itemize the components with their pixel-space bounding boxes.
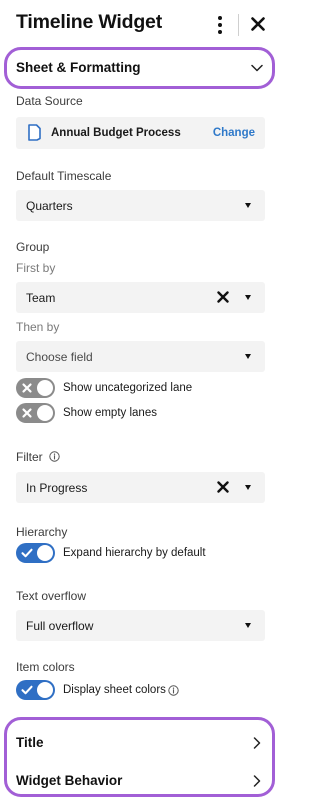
chevron-right-icon[interactable] (250, 774, 264, 788)
then-by-select[interactable]: Choose field (16, 341, 265, 372)
then-by-placeholder: Choose field (26, 350, 93, 364)
chevron-right-icon[interactable] (250, 736, 264, 750)
toggle-knob (37, 405, 53, 421)
header-divider (238, 14, 239, 36)
dropdown-caret-icon (245, 295, 251, 300)
x-icon (22, 408, 32, 418)
clear-icon[interactable] (217, 481, 229, 493)
show-empty-lanes-label: Show empty lanes (63, 407, 157, 419)
widget-title: Timeline Widget (16, 11, 162, 33)
hierarchy-label: Hierarchy (16, 525, 68, 539)
checkmark-icon (21, 548, 33, 558)
group-label: Group (16, 240, 50, 254)
data-source-name: Annual Budget Process (51, 127, 181, 139)
dropdown-caret-icon (245, 203, 251, 208)
timescale-select[interactable]: Quarters (16, 190, 265, 221)
text-overflow-select[interactable]: Full overflow (16, 610, 265, 641)
section-sheet-formatting[interactable]: Sheet & Formatting (16, 60, 141, 75)
show-uncategorized-label: Show uncategorized lane (63, 382, 193, 394)
item-colors-label: Item colors (16, 660, 75, 674)
timescale-value: Quarters (26, 199, 73, 213)
show-uncategorized-toggle[interactable] (16, 378, 55, 398)
first-by-value: Team (26, 291, 56, 305)
data-source-box: Annual Budget Process Change (16, 117, 265, 149)
first-by-label: First by (16, 261, 56, 275)
toggle-knob (37, 380, 53, 396)
clear-icon[interactable] (217, 291, 229, 303)
dropdown-caret-icon (245, 485, 251, 490)
first-by-select[interactable]: Team (16, 282, 265, 313)
data-source-label: Data Source (16, 94, 83, 108)
dropdown-caret-icon (245, 354, 251, 359)
text-overflow-label: Text overflow (16, 589, 87, 603)
display-sheet-colors-toggle[interactable] (16, 680, 55, 700)
timescale-label: Default Timescale (16, 169, 112, 183)
section-widget-behavior[interactable]: Widget Behavior (16, 773, 122, 788)
then-by-label: Then by (16, 320, 60, 334)
info-icon[interactable] (49, 451, 60, 462)
text-overflow-value: Full overflow (26, 619, 94, 633)
close-icon[interactable] (249, 15, 267, 33)
info-icon[interactable] (168, 685, 179, 696)
change-source-link[interactable]: Change (213, 127, 255, 139)
filter-value: In Progress (26, 481, 88, 495)
display-sheet-colors-label: Display sheet colors (63, 684, 166, 696)
chevron-down-icon[interactable] (250, 61, 264, 75)
sheet-document-icon (28, 124, 41, 141)
toggle-knob (37, 545, 53, 561)
expand-hierarchy-toggle[interactable] (16, 543, 55, 563)
more-options-icon[interactable] (214, 14, 226, 36)
x-icon (22, 383, 32, 393)
toggle-knob (37, 682, 53, 698)
expand-hierarchy-label: Expand hierarchy by default (63, 547, 206, 559)
dropdown-caret-icon (245, 623, 251, 628)
filter-label: Filter (16, 450, 43, 464)
filter-select[interactable]: In Progress (16, 472, 265, 503)
widget-header: Timeline Widget (0, 0, 280, 48)
section-title[interactable]: Title (16, 735, 44, 750)
show-empty-lanes-toggle[interactable] (16, 403, 55, 423)
checkmark-icon (21, 685, 33, 695)
